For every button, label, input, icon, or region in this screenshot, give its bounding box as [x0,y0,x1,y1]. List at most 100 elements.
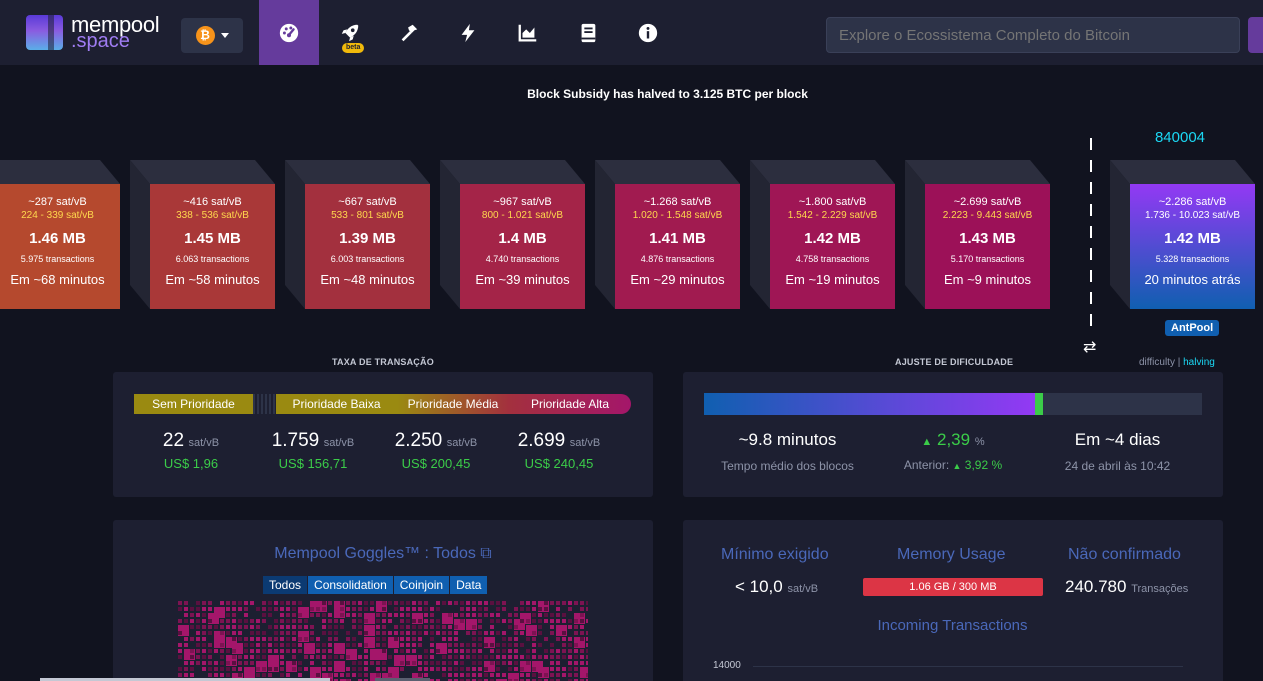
transaction-square[interactable] [370,655,374,659]
transaction-square[interactable] [436,625,440,629]
transaction-square[interactable] [472,625,476,629]
transaction-square[interactable] [340,661,344,665]
transaction-square[interactable] [496,619,500,623]
transaction-square[interactable] [490,649,494,653]
transaction-square[interactable] [520,673,524,677]
transaction-square[interactable] [574,673,578,677]
transaction-square[interactable] [286,613,290,617]
transaction-square[interactable] [526,667,530,671]
transaction-square[interactable] [256,625,260,629]
transaction-square[interactable] [310,649,314,653]
transaction-square[interactable] [454,631,458,635]
transaction-square[interactable] [364,607,368,611]
transaction-square[interactable] [190,667,194,671]
transaction-square[interactable] [238,661,242,665]
transaction-square[interactable] [550,643,554,647]
transaction-square[interactable] [376,625,380,629]
transaction-square[interactable] [226,673,230,677]
transaction-square[interactable] [232,667,236,671]
transaction-square[interactable] [520,631,524,635]
transaction-square[interactable] [490,625,494,629]
transaction-square[interactable] [520,667,524,671]
transaction-square[interactable] [310,625,314,629]
transaction-square[interactable] [346,613,350,617]
transaction-square[interactable] [466,655,470,659]
transaction-square[interactable] [334,649,338,653]
transaction-square[interactable] [334,625,338,629]
transaction-square[interactable] [550,619,554,623]
transaction-square[interactable] [280,661,284,665]
transaction-square[interactable] [508,619,512,623]
transaction-square[interactable] [484,655,488,659]
transaction-square[interactable] [400,607,404,611]
transaction-square[interactable] [472,649,476,653]
transaction-square[interactable] [466,601,470,605]
transaction-square[interactable] [430,637,434,641]
transaction-square[interactable] [436,661,440,665]
transaction-square[interactable] [226,613,230,617]
transaction-square[interactable] [484,607,488,611]
transaction-square[interactable] [238,631,242,635]
transaction-square[interactable] [460,607,464,611]
transaction-square[interactable] [232,637,236,641]
transaction-square[interactable] [340,607,344,611]
transaction-square[interactable] [502,607,506,611]
transaction-square[interactable] [418,643,422,647]
transaction-square[interactable] [196,661,200,665]
transaction-square[interactable] [214,667,218,671]
transaction-square[interactable] [430,667,434,671]
transaction-square[interactable] [454,673,458,677]
transaction-square[interactable] [532,625,536,629]
transaction-square[interactable] [196,601,200,605]
transaction-square[interactable] [532,637,536,641]
transaction-square[interactable] [196,613,200,617]
transaction-square[interactable] [280,643,284,647]
transaction-square[interactable] [466,607,470,611]
transaction-square[interactable] [292,601,296,605]
transaction-square[interactable] [448,649,452,653]
transaction-square[interactable] [568,601,572,605]
transaction-square[interactable] [388,613,392,617]
transaction-square[interactable] [484,631,488,635]
transaction-square[interactable] [478,643,482,647]
transaction-square[interactable] [250,625,254,629]
transaction-square[interactable] [478,613,482,617]
transaction-square[interactable] [376,673,380,677]
transaction-square[interactable] [430,655,434,659]
transaction-square[interactable] [232,625,236,629]
transaction-square[interactable] [346,637,350,641]
transaction-square[interactable] [220,601,224,605]
transaction-square[interactable] [544,607,548,611]
transaction-square[interactable] [484,667,488,671]
transaction-square[interactable] [532,613,536,617]
transaction-square[interactable] [292,607,296,611]
transaction-square[interactable] [526,649,530,653]
transaction-square[interactable] [352,667,356,671]
transaction-square[interactable] [562,673,566,677]
transaction-square[interactable] [316,673,320,677]
transaction-square[interactable] [244,637,248,641]
nav-dashboard[interactable] [259,0,319,65]
transaction-square[interactable] [370,631,374,635]
transaction-square[interactable] [550,625,554,629]
transaction-square[interactable] [412,637,416,641]
transaction-square[interactable] [268,601,272,605]
transaction-square[interactable] [280,673,284,677]
transaction-square[interactable] [346,667,350,671]
transaction-square[interactable] [292,667,296,671]
transaction-square[interactable] [586,673,588,677]
transaction-square[interactable] [220,649,224,653]
transaction-square[interactable] [184,601,188,605]
transaction-square[interactable] [484,601,488,605]
transaction-square[interactable] [328,673,332,677]
transaction-square[interactable] [418,661,422,665]
transaction-square[interactable] [538,673,542,677]
transaction-square[interactable] [430,643,434,647]
transaction-square[interactable] [436,607,440,611]
transaction-square[interactable] [202,607,206,611]
transaction-square[interactable] [340,613,344,617]
transaction-square[interactable] [370,661,374,665]
transaction-square[interactable] [262,637,266,641]
transaction-square[interactable] [298,661,302,665]
transaction-square[interactable] [586,619,588,623]
